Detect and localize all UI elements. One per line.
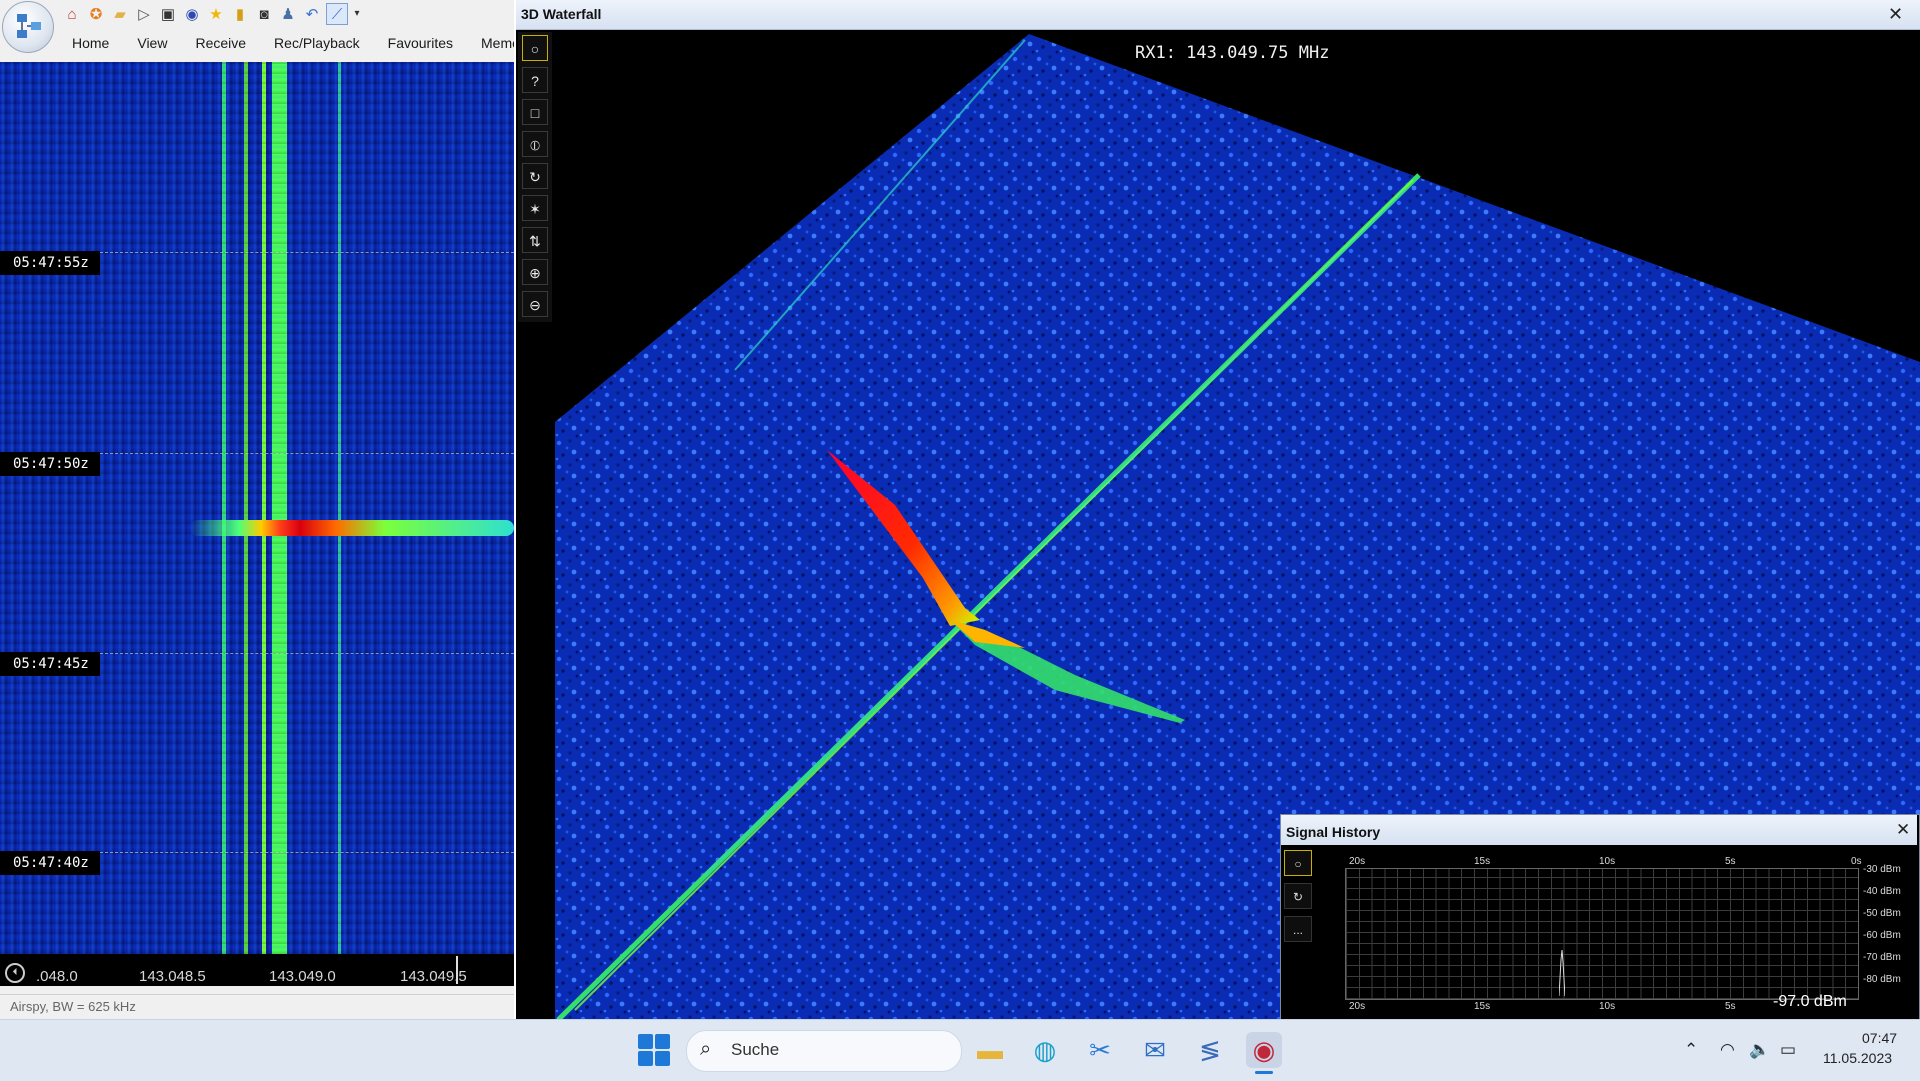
- zoom-out-icon[interactable]: ⊖: [522, 291, 548, 317]
- freq-tick-label: 143.049.0: [269, 968, 336, 985]
- close-icon[interactable]: ✕: [1896, 820, 1910, 840]
- mail-icon[interactable]: ✉: [1137, 1032, 1173, 1068]
- tab-rec-playback[interactable]: Rec/Playback: [260, 28, 374, 58]
- waterfall-3d-titlebar[interactable]: [516, 0, 1920, 30]
- satellite-app-icon[interactable]: ≶: [1192, 1032, 1228, 1068]
- swap-icon[interactable]: ⇅: [522, 227, 548, 253]
- stop-icon[interactable]: ▣: [158, 4, 178, 24]
- y-tick-label: -40 dBm: [1863, 886, 1901, 897]
- waterfall-3d-toolbar: ○ ? □ ⦶ ↻ ✶ ⇅ ⊕ ⊖: [518, 32, 552, 322]
- signal-trace: [190, 520, 514, 536]
- radio-icon[interactable]: ◉: [182, 4, 202, 24]
- info-icon[interactable]: ⦶: [522, 131, 548, 157]
- waterfall-display[interactable]: [0, 62, 514, 954]
- search-placeholder: Suche: [731, 1040, 780, 1059]
- zoom-in-icon[interactable]: ⊕: [522, 259, 548, 285]
- clock-date[interactable]: 11.05.2023: [1823, 1050, 1892, 1066]
- help-ring-icon[interactable]: ✪: [86, 4, 106, 24]
- rx-frequency-label: RX1: 143.049.75 MHz: [1135, 43, 1330, 63]
- y-tick-label: -30 dBm: [1863, 864, 1901, 875]
- play-icon[interactable]: ▷: [134, 4, 154, 24]
- app-menu-button[interactable]: [2, 1, 54, 53]
- taskbar-search[interactable]: [686, 1030, 962, 1072]
- tab-favourites[interactable]: Favourites: [374, 28, 467, 58]
- x-tick-label: 10s: [1599, 856, 1616, 867]
- start-windows-icon[interactable]: [638, 1034, 670, 1066]
- x-tick-label: 10s: [1599, 1001, 1616, 1012]
- y-tick-label: -50 dBm: [1863, 908, 1901, 919]
- quick-access-toolbar: ⌂ ✪ ▰ ▷ ▣ ◉ ★ ▮ ◙ ♟ ↶ ⟋ ▾: [62, 2, 362, 26]
- signal-history-toolbar: ○ ↻ ...: [1284, 850, 1314, 949]
- timestamp-label: 05:47:40z: [0, 851, 100, 875]
- snipping-tool-icon[interactable]: ✂: [1082, 1032, 1118, 1068]
- y-tick-label: -80 dBm: [1863, 974, 1901, 985]
- chevron-up-icon[interactable]: ⌃: [1684, 1040, 1698, 1060]
- undo-icon[interactable]: ↶: [302, 4, 322, 24]
- signal-level-readout: -97.0 dBm: [1773, 993, 1847, 1010]
- tab-receive[interactable]: Receive: [181, 28, 260, 58]
- signal-spike: [1559, 950, 1565, 996]
- dropdown-icon[interactable]: ▾: [352, 4, 362, 24]
- time-gridline: [100, 852, 514, 853]
- close-icon[interactable]: ✕: [1888, 4, 1903, 25]
- battery-icon[interactable]: ▭: [1780, 1040, 1796, 1060]
- search-icon: ⌕: [700, 1038, 712, 1060]
- timestamp-label: 05:47:55z: [0, 251, 100, 275]
- user-icon[interactable]: ♟: [278, 4, 298, 24]
- clock-time[interactable]: 07:47: [1862, 1030, 1897, 1046]
- status-bar: Airspy, BW = 625 kHz: [0, 994, 514, 1018]
- freq-tick-label: 143.049.5: [400, 968, 467, 985]
- file-explorer-icon[interactable]: ▬: [972, 1032, 1008, 1068]
- more-icon[interactable]: ...: [1284, 916, 1312, 942]
- wifi-icon[interactable]: ◠: [1720, 1040, 1735, 1060]
- time-gridline: [100, 653, 514, 654]
- tab-view[interactable]: View: [123, 28, 181, 58]
- active-app-indicator: [1255, 1071, 1273, 1074]
- axis-reset-icon[interactable]: ⏴: [5, 963, 25, 983]
- app-logo-icon: [17, 14, 41, 38]
- x-tick-label: 0s: [1851, 856, 1862, 867]
- menu-bar: Home View Receive Rec/Playback Favourite…: [58, 28, 514, 58]
- x-tick-label: 5s: [1725, 856, 1736, 867]
- freq-tick-label: 143.048.5: [139, 968, 206, 985]
- home-icon[interactable]: ⌂: [62, 4, 82, 24]
- x-tick-label: 15s: [1474, 1001, 1491, 1012]
- record-icon[interactable]: ○: [522, 35, 548, 61]
- tab-home[interactable]: Home: [58, 28, 123, 58]
- x-tick-label: 15s: [1474, 856, 1491, 867]
- folder-icon[interactable]: ▰: [110, 4, 130, 24]
- tab-memory[interactable]: Memor: [467, 28, 514, 58]
- sdr-console-icon[interactable]: ◉: [1246, 1032, 1282, 1068]
- time-gridline: [100, 252, 514, 253]
- y-tick-label: -70 dBm: [1863, 952, 1901, 963]
- camera-icon[interactable]: ◙: [254, 4, 274, 24]
- time-gridline: [100, 453, 514, 454]
- highlight-icon[interactable]: ✶: [522, 195, 548, 221]
- window-title: Signal History: [1286, 824, 1381, 840]
- star-icon[interactable]: ★: [206, 4, 226, 24]
- rotate-icon[interactable]: ↻: [522, 163, 548, 189]
- record-icon[interactable]: ○: [1284, 850, 1312, 876]
- speaker-muted-icon[interactable]: 🔈: [1749, 1040, 1770, 1060]
- signal-history-graph[interactable]: [1345, 868, 1859, 1000]
- edge-browser-icon[interactable]: ◍: [1027, 1032, 1063, 1068]
- lock-icon[interactable]: ▮: [230, 4, 250, 24]
- y-tick-label: -60 dBm: [1863, 930, 1901, 941]
- fullscreen-icon[interactable]: □: [522, 99, 548, 125]
- x-tick-label: 5s: [1725, 1001, 1736, 1012]
- freq-tick-label: .048.0: [36, 968, 78, 985]
- spectrum-icon[interactable]: ⟋: [326, 3, 348, 25]
- x-tick-label: 20s: [1349, 1001, 1366, 1012]
- timestamp-label: 05:47:45z: [0, 652, 100, 676]
- reset-icon[interactable]: ↻: [1284, 883, 1312, 909]
- window-title: 3D Waterfall: [521, 6, 602, 22]
- help-icon[interactable]: ?: [522, 67, 548, 93]
- x-tick-label: 20s: [1349, 856, 1366, 867]
- timestamp-label: 05:47:50z: [0, 452, 100, 476]
